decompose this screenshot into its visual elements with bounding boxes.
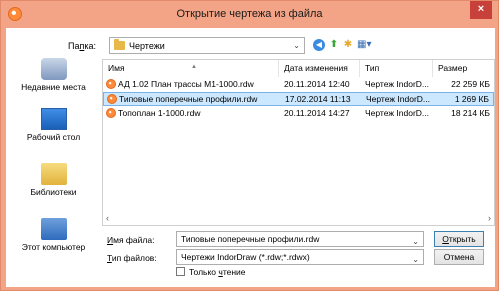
close-button[interactable]: ×	[470, 1, 492, 19]
file-name: АД 1.02 План трассы М1-1000.rdw	[106, 78, 280, 91]
chevron-down-icon: ⌄	[412, 255, 419, 264]
file-date: 20.11.2014 14:27	[284, 108, 350, 118]
drawing-file-icon	[106, 79, 116, 89]
cancel-button[interactable]: Отмена	[434, 249, 484, 265]
place-libraries[interactable]: Библиотеки	[6, 163, 101, 203]
file-size: 22 259 КБ	[451, 79, 490, 89]
readonly-label[interactable]: Только чтение	[189, 267, 246, 277]
filetype-select[interactable]: Чертежи IndorDraw (*.rdw;*.rdwx) ⌄	[176, 249, 424, 265]
file-row[interactable]: Топоплан 1-1000.rdw 20.11.2014 14:27 Чер…	[103, 107, 494, 121]
scroll-right-icon[interactable]: ›	[488, 213, 491, 223]
file-name: Топоплан 1-1000.rdw	[106, 107, 280, 120]
filename-label: Имя файла:	[107, 235, 155, 245]
file-row-selected[interactable]: Типовые поперечные профили.rdw 17.02.201…	[103, 92, 494, 106]
file-size: 1 269 КБ	[454, 94, 489, 104]
file-list: Имя ▲ Дата изменения Тип Размер АД 1.02 П…	[102, 59, 495, 226]
place-label: Рабочий стол	[26, 132, 81, 142]
back-icon[interactable]: ◀	[313, 39, 325, 51]
open-drawing-dialog: Открытие чертежа из файла × Папка: Черте…	[0, 0, 499, 291]
column-header-type[interactable]: Тип	[360, 60, 433, 77]
file-name: Типовые поперечные профили.rdw	[107, 93, 281, 106]
place-label: Недавние места	[21, 82, 86, 92]
column-header-size[interactable]: Размер	[433, 60, 494, 77]
place-label: Этот компьютер	[21, 242, 86, 252]
file-size: 18 214 КБ	[451, 108, 490, 118]
new-folder-icon[interactable]: ✱	[342, 39, 354, 51]
libraries-icon	[40, 163, 67, 185]
sort-arrow-icon: ▲	[191, 64, 197, 70]
chevron-down-icon: ⌄	[293, 41, 300, 50]
column-header-name[interactable]: Имя ▲	[103, 60, 279, 77]
dialog-title: Открытие чертежа из файла	[176, 8, 323, 20]
folder-icon	[114, 39, 125, 50]
horizontal-scrollbar[interactable]: ‹ ›	[103, 213, 494, 225]
scroll-left-icon[interactable]: ‹	[106, 213, 109, 223]
view-menu-icon[interactable]: ▦▾	[357, 39, 371, 51]
file-row[interactable]: АД 1.02 План трассы М1-1000.rdw 20.11.20…	[103, 78, 494, 92]
desktop-icon	[40, 108, 67, 130]
chevron-down-icon: ⌄	[412, 237, 419, 246]
place-label: Библиотеки	[30, 187, 77, 197]
folder-value: Чертежи	[129, 41, 165, 51]
title-bar[interactable]: Открытие чертежа из файла ×	[1, 1, 498, 28]
drawing-file-icon	[106, 108, 116, 118]
file-date: 17.02.2014 11:13	[285, 94, 351, 104]
column-header-date[interactable]: Дата изменения	[279, 60, 360, 77]
drawing-file-icon	[107, 94, 117, 104]
file-type: Чертеж IndorD...	[365, 108, 430, 118]
recent-places-icon	[40, 58, 67, 80]
open-button[interactable]: Открыть	[434, 231, 484, 247]
file-date: 20.11.2014 12:40	[284, 79, 350, 89]
folder-label: Папка:	[68, 41, 97, 51]
toolbar: ◀ ⬆ ✱ ▦▾	[313, 38, 373, 54]
place-computer[interactable]: Этот компьютер	[6, 218, 101, 258]
folder-combo[interactable]: Чертежи ⌄	[109, 37, 305, 54]
place-recent[interactable]: Недавние места	[6, 58, 101, 98]
file-type: Чертеж IndorD...	[365, 79, 430, 89]
readonly-checkbox[interactable]	[176, 267, 185, 276]
dialog-body: Папка: Чертежи ⌄ ◀ ⬆ ✱ ▦▾ Недавние места…	[6, 28, 495, 287]
computer-icon	[40, 218, 67, 240]
file-type: Чертеж IndorD...	[366, 94, 431, 104]
up-folder-icon[interactable]: ⬆	[328, 39, 340, 51]
places-bar: Недавние места Рабочий стол Библиотеки Э…	[6, 58, 101, 258]
filename-input[interactable]: Типовые поперечные профили.rdw ⌄	[176, 231, 424, 247]
filetype-label: Тип файлов:	[107, 253, 157, 263]
place-desktop[interactable]: Рабочий стол	[6, 108, 101, 148]
